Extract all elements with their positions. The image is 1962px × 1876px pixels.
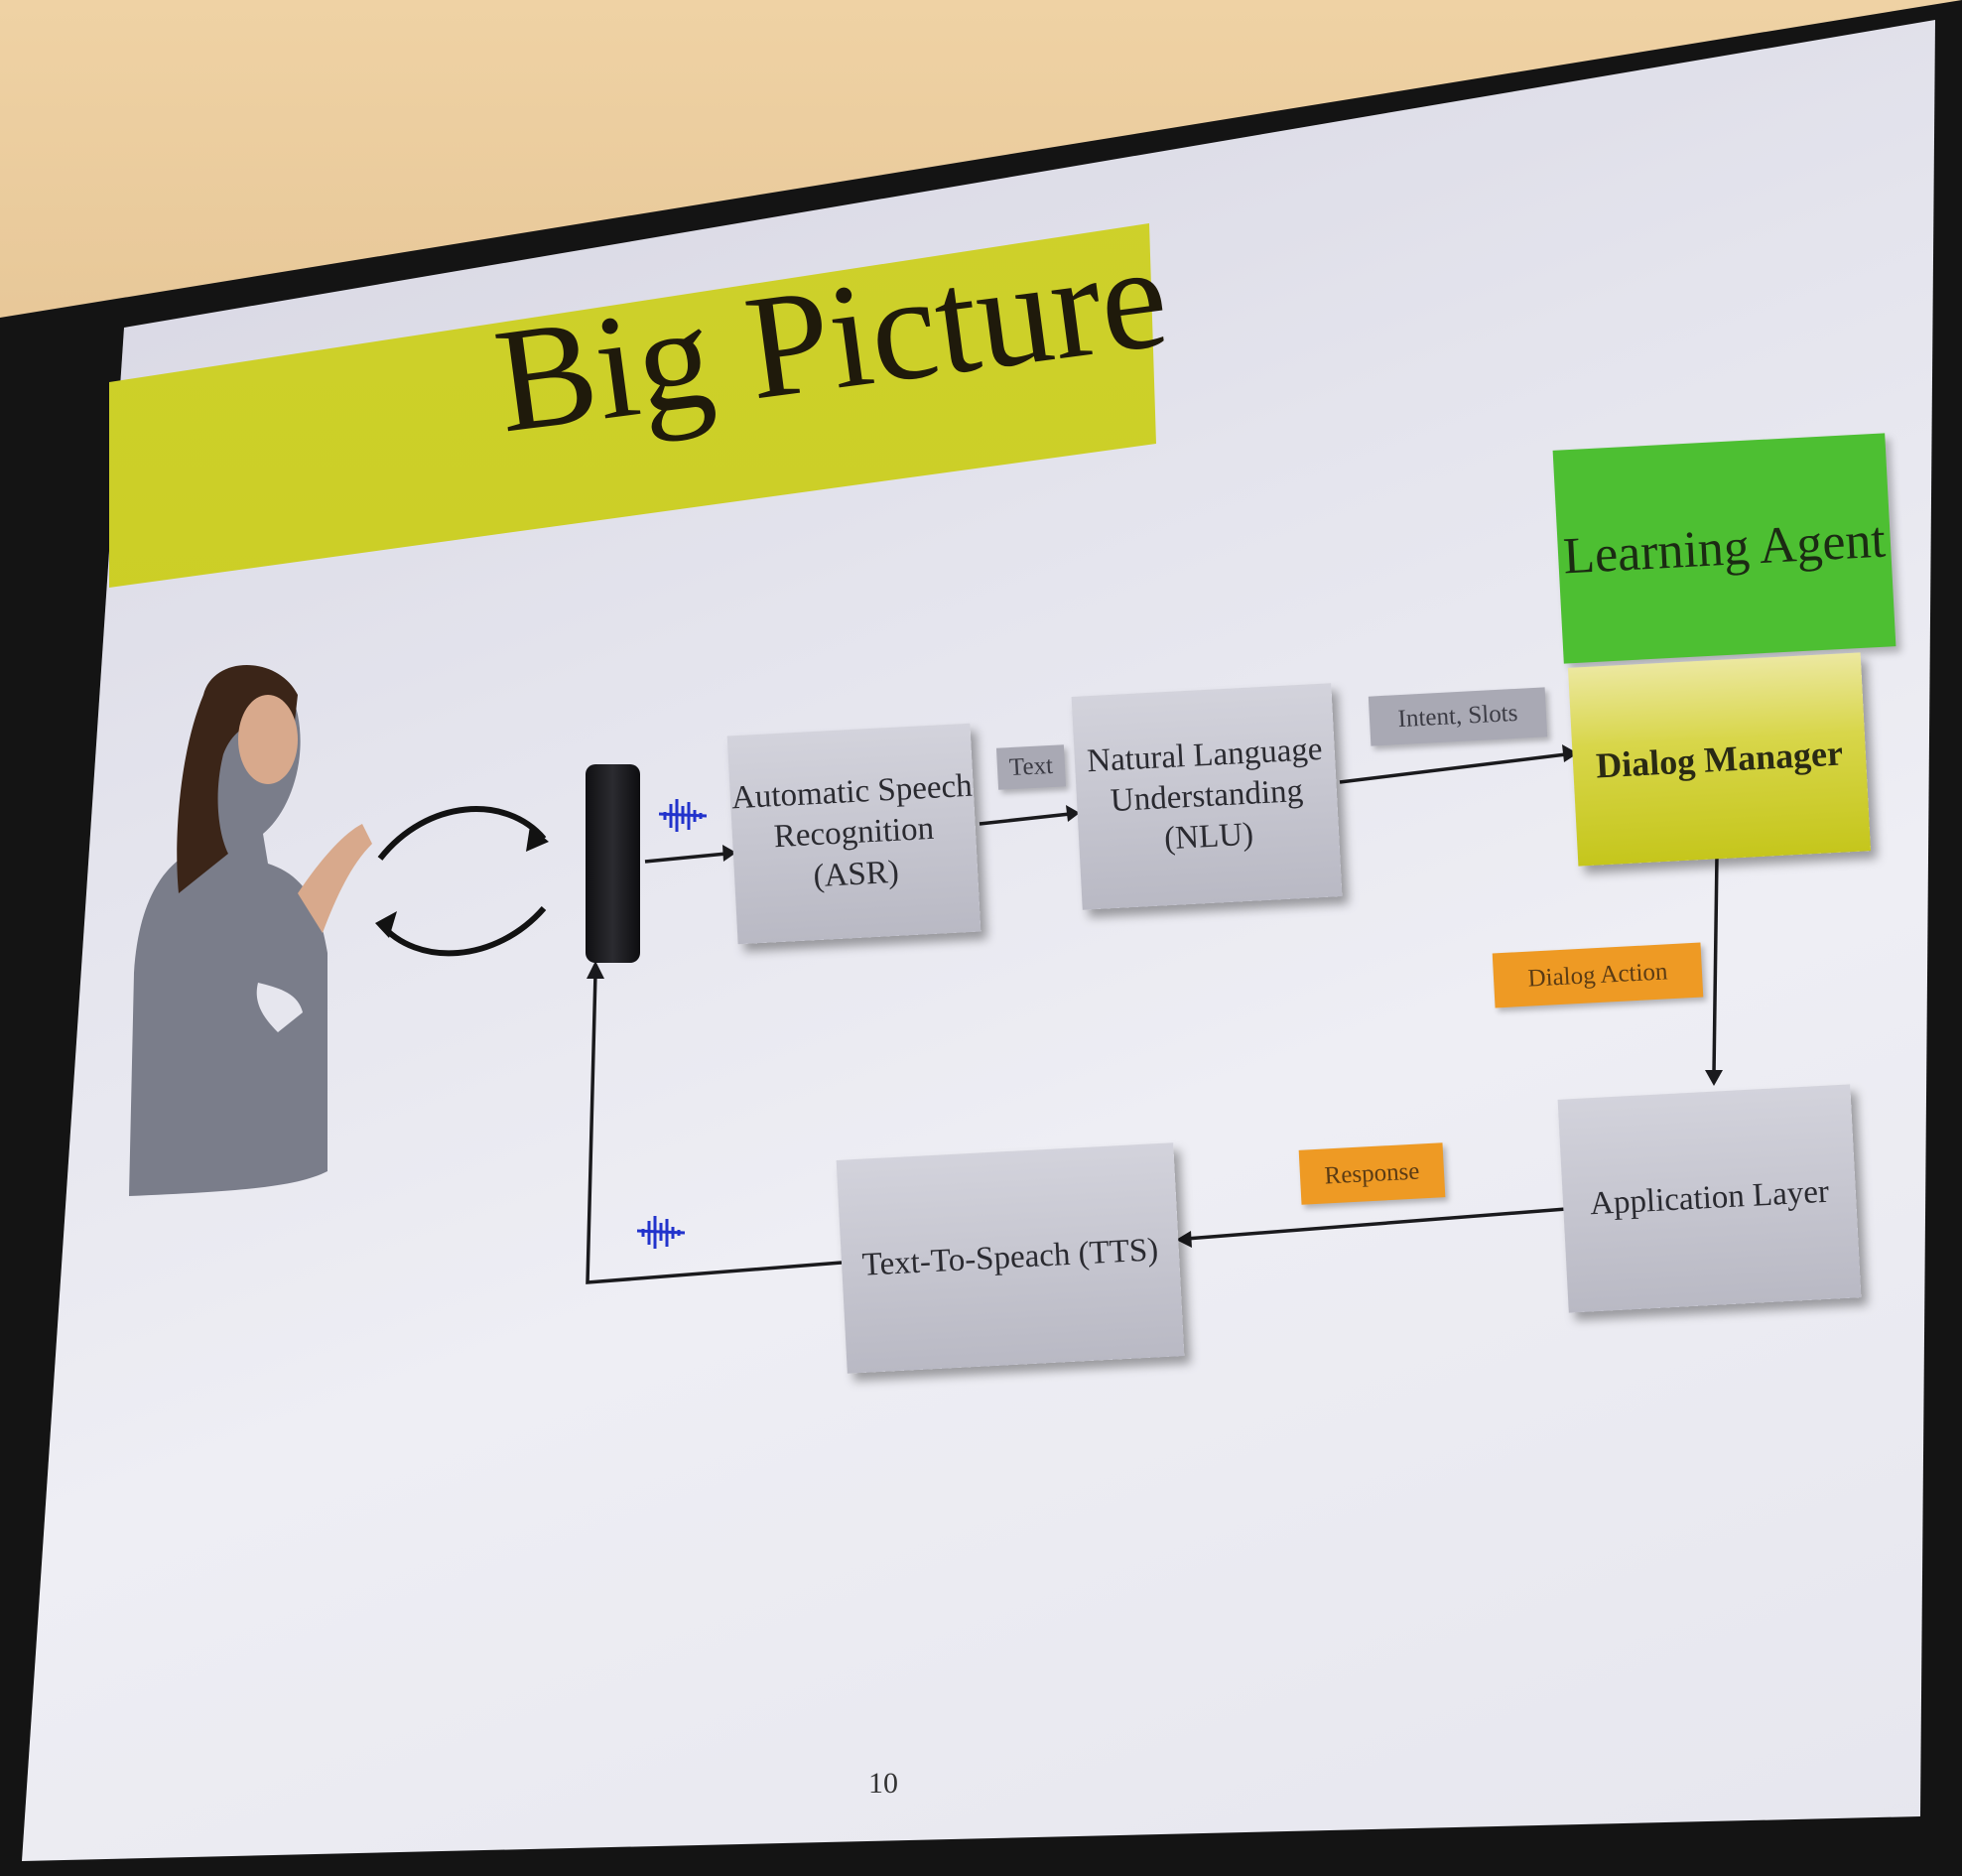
- diagram-art: [129, 665, 1723, 1284]
- sound-wave-icon-2: [636, 1216, 686, 1249]
- dialog-action-label: Dialog Action: [1492, 942, 1704, 1008]
- application-layer-box: Application Layer: [1557, 1084, 1862, 1313]
- conversation-arrows: [377, 806, 547, 957]
- tts-box: Text-To-Speach (TTS): [836, 1142, 1185, 1374]
- intent-slots-label: Intent, Slots: [1368, 687, 1548, 746]
- response-label: Response: [1298, 1142, 1446, 1205]
- person-illustration: [129, 665, 372, 1196]
- learning-agent-box: Learning Agent: [1552, 433, 1897, 664]
- text-label: Text: [995, 744, 1067, 790]
- page-number: 10: [868, 1767, 898, 1800]
- sound-wave-icon: [658, 799, 708, 832]
- dialog-manager-box: Dialog Manager: [1567, 652, 1872, 867]
- asr-box: Automatic Speech Recognition (ASR): [726, 723, 981, 945]
- smart-speaker-icon: [586, 764, 640, 963]
- nlu-box: Natural Language Understanding (NLU): [1071, 683, 1343, 910]
